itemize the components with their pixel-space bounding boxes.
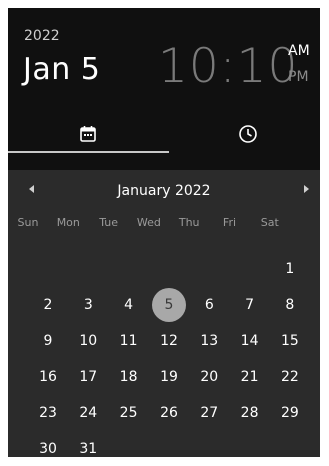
calendar-day[interactable]: 22 <box>273 360 307 394</box>
am-toggle[interactable]: AM <box>288 43 310 59</box>
next-month-button[interactable] <box>296 179 316 199</box>
calendar-day[interactable]: 16 <box>31 360 65 394</box>
calendar-day[interactable]: 20 <box>192 360 226 394</box>
calendar-day[interactable]: 12 <box>152 324 186 358</box>
calendar-day[interactable]: 6 <box>192 288 226 322</box>
calendar-day[interactable]: 18 <box>112 360 146 394</box>
selected-year[interactable]: 2022 <box>24 28 60 44</box>
calendar-day[interactable]: 25 <box>112 396 146 430</box>
calendar-day[interactable]: 9 <box>31 324 65 358</box>
calendar-day[interactable]: 1 <box>273 252 307 286</box>
calendar-day-selected[interactable]: 5 <box>152 288 186 322</box>
calendar-day[interactable]: 21 <box>233 360 267 394</box>
calendar-day[interactable]: 10 <box>71 324 105 358</box>
calendar-day[interactable]: 13 <box>192 324 226 358</box>
calendar-day[interactable]: 30 <box>31 432 65 466</box>
month-year-label[interactable]: January 2022 <box>8 183 320 199</box>
weekday-label: Sat <box>260 216 279 229</box>
calendar-day[interactable]: 14 <box>233 324 267 358</box>
selected-date[interactable]: Jan 5 <box>23 52 100 87</box>
calendar-day[interactable]: 7 <box>233 288 267 322</box>
pm-toggle[interactable]: PM <box>288 69 309 85</box>
weekday-label: Fri <box>222 216 237 229</box>
tab-time[interactable] <box>168 114 328 154</box>
calendar-day[interactable]: 19 <box>152 360 186 394</box>
selected-time[interactable]: 10:10 <box>158 39 298 94</box>
calendar-day[interactable]: 2 <box>31 288 65 322</box>
date-time-picker: 2022 Jan 5 10:10 AM PM January 2022 Sun … <box>8 8 320 457</box>
weekday-label: Tue <box>99 216 118 229</box>
weekday-label: Thu <box>178 216 200 229</box>
calendar-day[interactable]: 17 <box>71 360 105 394</box>
calendar-day[interactable]: 15 <box>273 324 307 358</box>
calendar-day[interactable]: 4 <box>112 288 146 322</box>
calendar-day[interactable]: 24 <box>71 396 105 430</box>
calendar-day[interactable]: 29 <box>273 396 307 430</box>
calendar-day[interactable]: 23 <box>31 396 65 430</box>
calendar-day[interactable]: 3 <box>71 288 105 322</box>
calendar-day[interactable]: 28 <box>233 396 267 430</box>
weekday-label: Sun <box>17 216 39 229</box>
weekday-label: Wed <box>136 216 161 229</box>
calendar-day[interactable]: 27 <box>192 396 226 430</box>
calendar-day[interactable]: 31 <box>71 432 105 466</box>
tab-date[interactable] <box>8 114 168 154</box>
calendar-day[interactable]: 26 <box>152 396 186 430</box>
clock-icon <box>239 125 257 143</box>
picker-header: 2022 Jan 5 10:10 AM PM <box>8 8 320 170</box>
calendar-header: January 2022 <box>8 170 320 206</box>
selected-tab-indicator <box>8 151 169 153</box>
weekday-header-row: Sun Mon Tue Wed Thu Fri Sat <box>18 213 329 233</box>
calendar-day[interactable]: 11 <box>112 324 146 358</box>
weekday-label: Mon <box>56 216 80 229</box>
calendar-day[interactable]: 8 <box>273 288 307 322</box>
chevron-right-icon <box>304 185 309 193</box>
calendar-icon <box>80 126 96 142</box>
